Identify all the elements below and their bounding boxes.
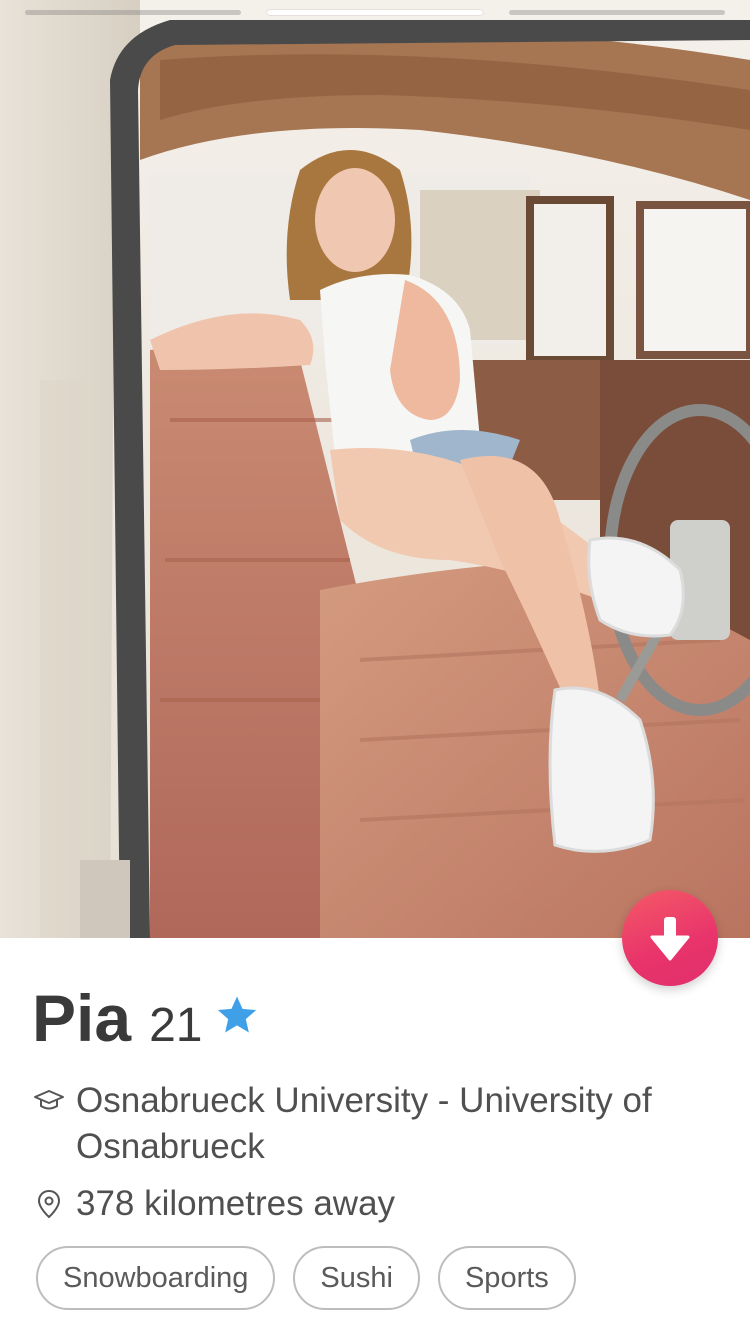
- profile-age: 21: [149, 999, 203, 1052]
- school-text: Osnabrueck University - University of Os…: [76, 1081, 652, 1166]
- pager-segment[interactable]: [25, 10, 241, 15]
- photo-pager: [25, 10, 725, 15]
- collapse-profile-button[interactable]: [622, 890, 718, 986]
- profile-photo[interactable]: [0, 0, 750, 938]
- profile-screen: Pia 21 Osnabrueck University - Universit…: [0, 0, 750, 1334]
- profile-name: Pia: [32, 981, 132, 1055]
- pager-segment-active[interactable]: [267, 10, 483, 15]
- name-row: Pia 21: [32, 980, 260, 1056]
- interest-tag[interactable]: Snowboarding: [36, 1246, 276, 1310]
- photo-illustration: [0, 0, 750, 938]
- interest-tags: Snowboarding Sushi Sports: [36, 1246, 576, 1310]
- location-pin-icon: [32, 1181, 66, 1227]
- pager-segment[interactable]: [509, 10, 725, 15]
- interest-tag[interactable]: Sushi: [293, 1246, 420, 1310]
- profile-info: Pia 21 Osnabrueck University - Universit…: [0, 938, 750, 1334]
- distance-row: 378 kilometres away: [32, 1181, 395, 1227]
- distance-text: 378 kilometres away: [76, 1184, 396, 1223]
- graduation-cap-icon: [32, 1078, 66, 1124]
- school-row: Osnabrueck University - University of Os…: [32, 1078, 692, 1170]
- blue-star-icon: [218, 996, 257, 1033]
- arrow-down-icon: [650, 917, 690, 961]
- interest-tag[interactable]: Sports: [437, 1246, 576, 1310]
